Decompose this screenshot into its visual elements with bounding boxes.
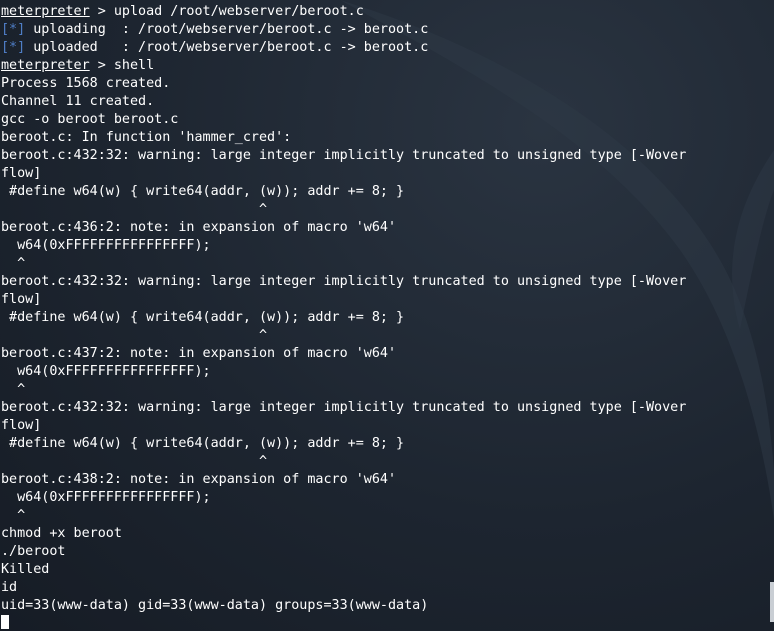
terminal-line: flow] [1, 165, 770, 183]
terminal-line: beroot.c:438:2: note: in expansion of ma… [1, 471, 770, 489]
line-text: #define w64(w) { write64(addr, (w)); add… [1, 184, 405, 199]
line-text: ^ [1, 328, 268, 343]
line-text: beroot.c: In function 'hammer_cred': [1, 130, 292, 145]
line-text: chmod +x beroot [1, 526, 122, 541]
line-text: uid=33(www-data) gid=33(www-data) groups… [1, 598, 429, 613]
line-text: uploading : /root/webserver/beroot.c -> … [25, 22, 429, 37]
terminal-line: id [1, 579, 770, 597]
status-tag: [*] [1, 22, 26, 37]
terminal-line: #define w64(w) { write64(addr, (w)); add… [1, 435, 770, 453]
line-text: flow] [1, 418, 42, 433]
terminal-line: ^ [1, 453, 770, 471]
line-text: > upload /root/webserver/beroot.c [89, 4, 364, 19]
terminal-line: ^ [1, 255, 770, 273]
line-text: Process 1568 created. [1, 76, 171, 91]
line-text: beroot.c:432:32: warning: large integer … [1, 400, 687, 415]
line-text: ^ [1, 382, 26, 397]
text-cursor [1, 615, 9, 629]
line-text: #define w64(w) { write64(addr, (w)); add… [1, 436, 405, 451]
terminal-line: beroot.c:432:32: warning: large integer … [1, 273, 770, 291]
terminal-line: w64(0xFFFFFFFFFFFFFFFF); [1, 489, 770, 507]
line-text: > shell [89, 58, 155, 73]
line-text: w64(0xFFFFFFFFFFFFFFFF); [1, 490, 211, 505]
terminal-line: Channel 11 created. [1, 93, 770, 111]
line-text: #define w64(w) { write64(addr, (w)); add… [1, 310, 405, 325]
scrollbar-thumb[interactable] [770, 582, 774, 622]
terminal-line: [*] uploading : /root/webserver/beroot.c… [1, 21, 770, 39]
terminal-line: ^ [1, 201, 770, 219]
line-text: flow] [1, 166, 42, 181]
line-text: beroot.c:438:2: note: in expansion of ma… [1, 472, 397, 487]
terminal-line: w64(0xFFFFFFFFFFFFFFFF); [1, 363, 770, 381]
line-text: flow] [1, 292, 42, 307]
terminal-line: ./beroot [1, 543, 770, 561]
line-text: w64(0xFFFFFFFFFFFFFFFF); [1, 364, 211, 379]
line-text: gcc -o beroot beroot.c [1, 112, 179, 127]
terminal-line: ^ [1, 327, 770, 345]
terminal-line: flow] [1, 291, 770, 309]
terminal-line: meterpreter > shell [1, 57, 770, 75]
terminal-line: Killed [1, 561, 770, 579]
line-text: uploaded : /root/webserver/beroot.c -> b… [25, 40, 429, 55]
line-text: beroot.c:432:32: warning: large integer … [1, 274, 687, 289]
line-text: ^ [1, 202, 268, 217]
line-text: Channel 11 created. [1, 94, 155, 109]
terminal-window[interactable]: meterpreter > upload /root/webserver/ber… [0, 0, 774, 631]
line-text: beroot.c:432:32: warning: large integer … [1, 148, 687, 163]
terminal-line: beroot.c:432:32: warning: large integer … [1, 399, 770, 417]
terminal-line: ^ [1, 507, 770, 525]
line-text: id [1, 580, 18, 595]
line-text: w64(0xFFFFFFFFFFFFFFFF); [1, 238, 211, 253]
line-text: beroot.c:436:2: note: in expansion of ma… [1, 220, 397, 235]
terminal-line: w64(0xFFFFFFFFFFFFFFFF); [1, 237, 770, 255]
terminal-line: uid=33(www-data) gid=33(www-data) groups… [1, 597, 770, 615]
line-text: Killed [1, 562, 50, 577]
terminal-line: beroot.c:437:2: note: in expansion of ma… [1, 345, 770, 363]
terminal-line: flow] [1, 417, 770, 435]
terminal-line: chmod +x beroot [1, 525, 770, 543]
terminal-line: Process 1568 created. [1, 75, 770, 93]
meterpreter-prompt: meterpreter [1, 58, 90, 73]
meterpreter-prompt: meterpreter [1, 4, 90, 19]
terminal-line: ^ [1, 381, 770, 399]
terminal-output: meterpreter > upload /root/webserver/ber… [1, 3, 770, 615]
terminal-line: gcc -o beroot beroot.c [1, 111, 770, 129]
terminal-line: beroot.c: In function 'hammer_cred': [1, 129, 770, 147]
line-text: ^ [1, 256, 26, 271]
terminal-line: beroot.c:432:32: warning: large integer … [1, 147, 770, 165]
line-text: ^ [1, 508, 26, 523]
terminal-line: #define w64(w) { write64(addr, (w)); add… [1, 309, 770, 327]
terminal-line: #define w64(w) { write64(addr, (w)); add… [1, 183, 770, 201]
status-tag: [*] [1, 40, 26, 55]
terminal-line: beroot.c:436:2: note: in expansion of ma… [1, 219, 770, 237]
line-text: beroot.c:437:2: note: in expansion of ma… [1, 346, 397, 361]
line-text: ^ [1, 454, 268, 469]
terminal-line: meterpreter > upload /root/webserver/ber… [1, 3, 770, 21]
terminal-line: [*] uploaded : /root/webserver/beroot.c … [1, 39, 770, 57]
line-text: ./beroot [1, 544, 66, 559]
